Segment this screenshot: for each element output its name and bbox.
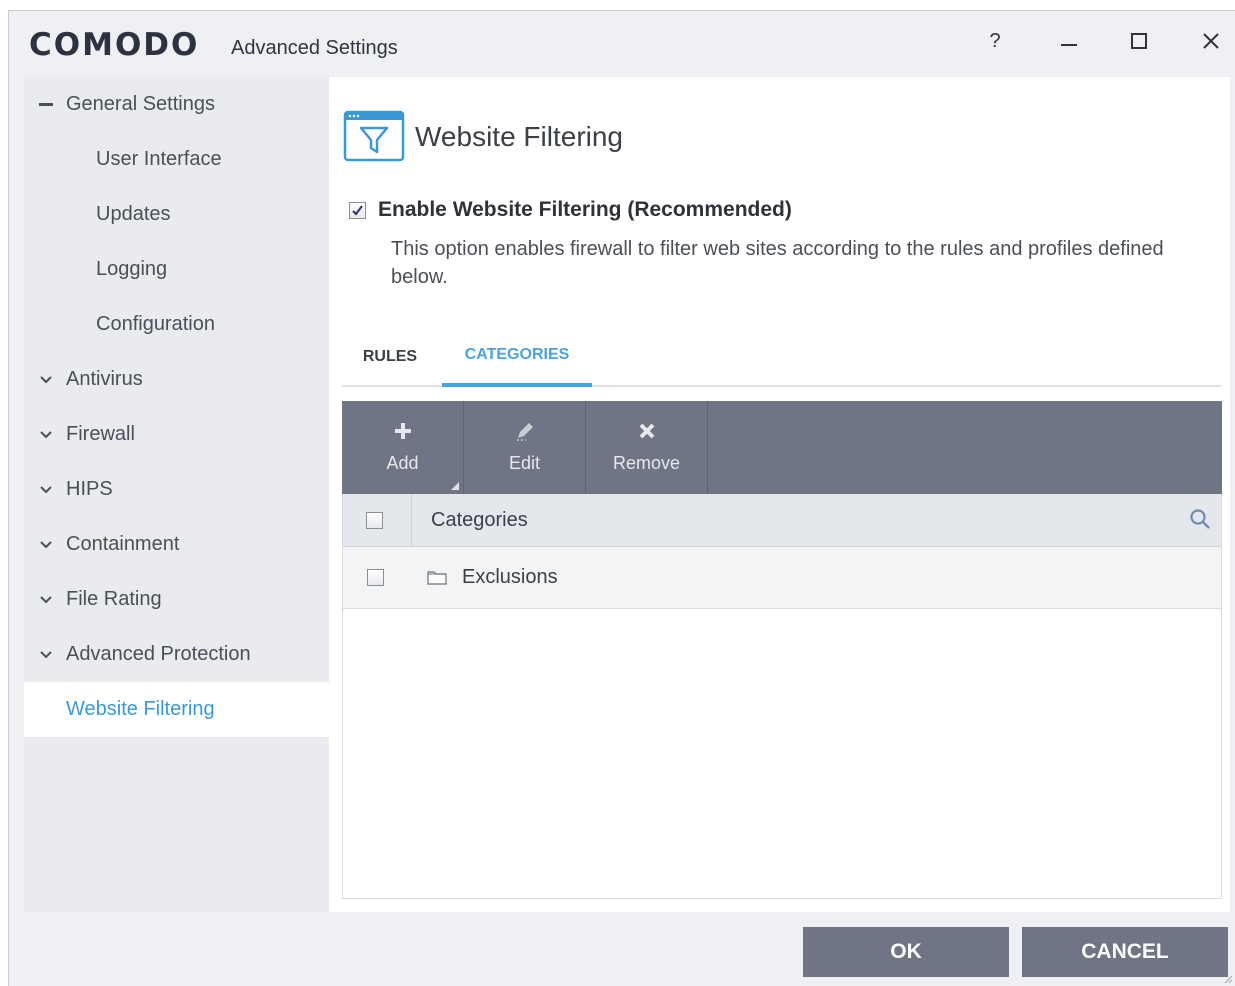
tab-bar: RULES CATEGORIES bbox=[342, 327, 1222, 387]
chevron-down-icon bbox=[40, 650, 52, 658]
sidebar-item-label: Updates bbox=[96, 203, 171, 225]
close-button[interactable] bbox=[1191, 25, 1231, 57]
sidebar-item-label: Antivirus bbox=[66, 368, 143, 390]
sidebar-item-label: Containment bbox=[66, 533, 180, 555]
feature-description: This option enables firewall to filter w… bbox=[391, 238, 1164, 288]
enable-website-filtering-checkbox[interactable] bbox=[349, 201, 366, 219]
folder-icon bbox=[427, 571, 447, 585]
maximize-button[interactable] bbox=[1119, 25, 1159, 57]
column-divider bbox=[411, 494, 412, 547]
column-header-categories[interactable]: Categories bbox=[431, 509, 528, 532]
sidebar-item-label: Logging bbox=[96, 258, 168, 280]
sidebar-item-advanced-protection[interactable]: Advanced Protection bbox=[24, 627, 329, 682]
sidebar-item-containment[interactable]: Containment bbox=[24, 517, 329, 572]
sidebar-item-label: HIPS bbox=[66, 478, 113, 500]
help-button[interactable]: ? bbox=[975, 25, 1015, 57]
sidebar-item-user-interface[interactable]: User Interface bbox=[24, 132, 329, 187]
pencil-icon bbox=[516, 423, 533, 441]
comodo-logo: COMODO bbox=[29, 27, 200, 63]
filter-window-icon bbox=[343, 110, 405, 162]
table-row[interactable]: Exclusions bbox=[343, 547, 1221, 609]
enable-website-filtering-label: Enable Website Filtering (Recommended) bbox=[378, 198, 792, 221]
window-title: Advanced Settings bbox=[231, 37, 398, 59]
page-title: Website Filtering bbox=[415, 121, 624, 152]
tab-categories[interactable]: CATEGORIES bbox=[442, 327, 592, 387]
chevron-down-icon bbox=[40, 485, 52, 493]
sidebar-item-firewall[interactable]: Firewall bbox=[24, 407, 329, 462]
sidebar-item-label: Firewall bbox=[66, 423, 135, 445]
chevron-down-icon bbox=[40, 540, 52, 548]
add-button[interactable]: Add bbox=[342, 401, 464, 494]
grid-toolbar: Add Edit Remove bbox=[342, 401, 1222, 494]
sidebar-item-file-rating[interactable]: File Rating bbox=[24, 572, 329, 627]
minimize-icon bbox=[1061, 44, 1077, 46]
plus-icon bbox=[394, 423, 411, 439]
title-bar: COMODO Advanced Settings ? bbox=[9, 11, 1235, 77]
select-all-checkbox[interactable] bbox=[366, 512, 383, 529]
chevron-down-icon bbox=[40, 595, 52, 603]
close-icon bbox=[1203, 33, 1219, 49]
tab-rules[interactable]: RULES bbox=[342, 327, 438, 387]
minimize-button[interactable] bbox=[1049, 25, 1089, 57]
edit-button-label: Edit bbox=[508, 453, 541, 473]
sidebar-item-label: File Rating bbox=[66, 588, 162, 610]
remove-button-label: Remove bbox=[612, 453, 681, 473]
dropdown-corner-icon bbox=[451, 482, 459, 490]
sidebar-item-website-filtering[interactable]: Website Filtering bbox=[24, 682, 329, 737]
settings-sidebar: General Settings User Interface Updates … bbox=[24, 77, 329, 912]
enable-website-filtering-row[interactable]: Enable Website Filtering (Recommended) bbox=[349, 198, 792, 222]
sidebar-item-general-settings[interactable]: General Settings bbox=[24, 77, 329, 132]
resize-grip-icon[interactable] bbox=[1223, 974, 1233, 984]
advanced-settings-window: COMODO Advanced Settings ? General Setti… bbox=[8, 10, 1235, 986]
chevron-down-icon bbox=[40, 375, 52, 383]
chevron-down-icon bbox=[40, 430, 52, 438]
search-icon[interactable] bbox=[1189, 508, 1211, 530]
sidebar-item-configuration[interactable]: Configuration bbox=[24, 297, 329, 352]
main-panel: Website Filtering Enable Website Filteri… bbox=[329, 77, 1230, 912]
checkmark-icon bbox=[352, 204, 363, 216]
sidebar-item-label: Website Filtering bbox=[66, 698, 215, 720]
cancel-button[interactable]: CANCEL bbox=[1022, 927, 1228, 977]
sidebar-item-hips[interactable]: HIPS bbox=[24, 462, 329, 517]
sidebar-item-label: User Interface bbox=[96, 148, 222, 170]
sidebar-item-logging[interactable]: Logging bbox=[24, 242, 329, 297]
grid-header: Categories bbox=[343, 494, 1221, 547]
sidebar-item-updates[interactable]: Updates bbox=[24, 187, 329, 242]
sidebar-item-label: Advanced Protection bbox=[66, 643, 251, 665]
sidebar-item-antivirus[interactable]: Antivirus bbox=[24, 352, 329, 407]
row-checkbox[interactable] bbox=[367, 569, 384, 586]
edit-button[interactable]: Edit bbox=[464, 401, 586, 494]
ok-button[interactable]: OK bbox=[803, 927, 1009, 977]
sidebar-item-label: General Settings bbox=[66, 93, 215, 115]
sidebar-item-label: Configuration bbox=[96, 313, 215, 335]
maximize-icon bbox=[1131, 33, 1147, 49]
remove-button[interactable]: Remove bbox=[586, 401, 708, 494]
remove-x-icon bbox=[639, 423, 654, 439]
collapse-dash-icon bbox=[39, 103, 53, 106]
categories-grid: Categories Exclusions bbox=[342, 494, 1222, 899]
add-button-label: Add bbox=[386, 453, 419, 473]
help-icon: ? bbox=[989, 29, 1001, 52]
row-label: Exclusions bbox=[462, 566, 558, 588]
